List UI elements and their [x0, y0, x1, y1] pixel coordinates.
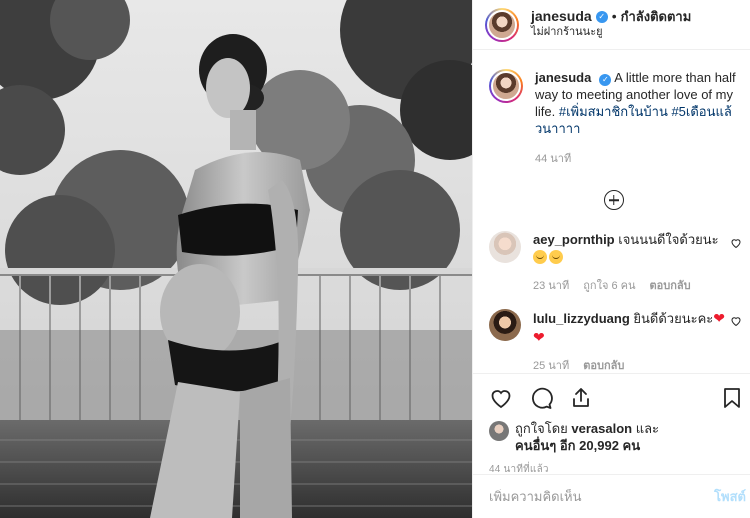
plus-circle-icon[interactable] — [603, 190, 624, 210]
like-comment-heart-icon[interactable] — [730, 315, 742, 327]
bookmark-icon[interactable] — [720, 386, 744, 410]
post-comment-button[interactable]: โพสต์ — [714, 486, 746, 507]
comment-item: aey_pornthip เจนนนดีใจด้วยนะ 23 นาที ถูก… — [489, 231, 741, 295]
post-sidebar: janesuda ✓ • กำลังติดตาม ไม่ฝากร้านนะยู … — [472, 0, 750, 518]
verified-badge-icon: ✓ — [599, 74, 612, 86]
comment-time: 23 นาที — [533, 280, 570, 292]
caption-time: 44 นาที — [535, 153, 572, 165]
author-avatar[interactable] — [485, 7, 519, 42]
post-header: janesuda ✓ • กำลังติดตาม ไม่ฝากร้านนะยู — [473, 0, 750, 50]
comment-item: lulu_lizzyduang ยินดีด้วยนะคะ❤ ❤ 25 นาที… — [489, 309, 741, 373]
flushed-face-emoji-icon — [549, 250, 563, 264]
comment-avatar[interactable] — [489, 231, 521, 263]
others-likes-link[interactable]: คนอื่นๆ อีก 20,992 คน — [515, 438, 640, 453]
liker-avatar[interactable] — [489, 421, 509, 441]
comment-username[interactable]: lulu_lizzyduang — [533, 311, 630, 326]
liked-by-and: และ — [635, 421, 660, 436]
reply-button[interactable]: ตอบกลับ — [583, 357, 624, 373]
caption-hashtags[interactable]: #เพิ่มสมาชิกในบ้าน #5เดือนแล้วนาาาา — [535, 104, 732, 136]
share-icon[interactable] — [569, 386, 593, 410]
likes-summary: ถูกใจโดย verasalon และ คนอื่นๆ อีก 20,99… — [489, 420, 734, 454]
red-heart-emoji-icon: ❤ — [713, 310, 726, 326]
author-username[interactable]: janesuda — [531, 9, 592, 24]
comment-bubble-icon[interactable] — [529, 386, 553, 410]
separator-dot: • — [611, 8, 617, 24]
load-more-comments[interactable] — [489, 190, 738, 215]
comment-avatar[interactable] — [489, 309, 521, 341]
add-comment-bar: โพสต์ — [473, 474, 750, 518]
like-comment-heart-icon[interactable] — [730, 237, 742, 249]
post-actions: ถูกใจโดย verasalon และ คนอื่นๆ อีก 20,99… — [473, 373, 750, 477]
comment-username[interactable]: aey_pornthip — [533, 232, 615, 247]
comment-likes[interactable]: ถูกใจ 6 คน — [583, 277, 635, 295]
post-photo[interactable] — [0, 0, 472, 518]
post-caption: janesuda ✓ A little more than half way to… — [489, 69, 738, 168]
liked-by-prefix: ถูกใจโดย — [515, 421, 568, 436]
comment-text: ยินดีด้วยนะคะ — [633, 311, 714, 326]
following-button[interactable]: กำลังติดตาม — [621, 9, 692, 24]
caption-username[interactable]: janesuda — [535, 70, 591, 85]
comment-input[interactable] — [489, 489, 715, 504]
comment-time: 25 นาที — [533, 360, 570, 372]
like-heart-icon[interactable] — [489, 386, 513, 410]
comments-section[interactable]: janesuda ✓ A little more than half way to… — [473, 51, 750, 373]
flushed-face-emoji-icon — [533, 250, 547, 264]
reply-button[interactable]: ตอบกลับ — [650, 277, 691, 295]
comment-text: เจนนนดีใจด้วยนะ — [618, 232, 719, 247]
verified-badge-icon: ✓ — [595, 10, 608, 23]
liker-username[interactable]: verasalon — [571, 421, 632, 436]
red-heart-emoji-icon: ❤ — [533, 329, 545, 345]
post-photo-image — [0, 0, 472, 518]
caption-avatar[interactable] — [489, 69, 523, 103]
location-link[interactable]: ไม่ฝากร้านนะยู — [531, 25, 691, 40]
